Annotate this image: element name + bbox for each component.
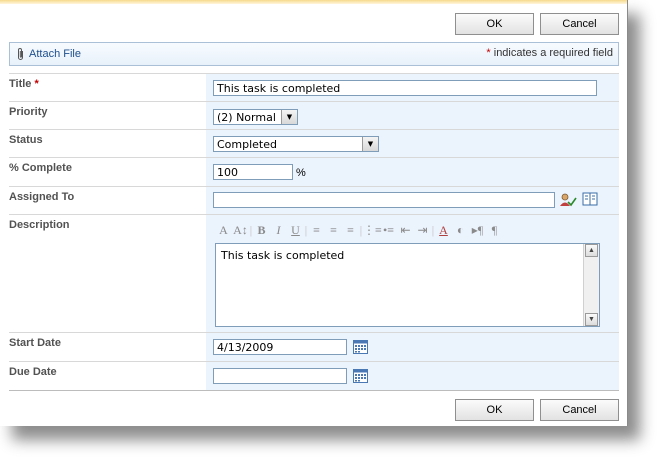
description-label: Description (9, 219, 70, 231)
form-toolbar: Attach File * indicates a required field (9, 42, 619, 66)
priority-row: Priority (2) Normal ▼ (9, 101, 619, 130)
align-left-icon[interactable]: ≡ (308, 223, 325, 238)
assigned-to-label: Assigned To (9, 191, 75, 203)
title-row: Title * (9, 73, 619, 102)
scroll-up-icon[interactable]: ▲ (585, 244, 598, 257)
start-date-field-cell (206, 333, 619, 362)
start-date-label: Start Date (9, 337, 61, 349)
top-accent (0, 0, 627, 4)
priority-label: Priority (9, 106, 48, 118)
due-date-label: Due Date (9, 366, 57, 378)
increase-indent-icon[interactable]: ⇥ (414, 223, 431, 238)
percent-complete-row: % Complete % (9, 157, 619, 187)
chevron-down-icon[interactable]: ▼ (281, 110, 297, 124)
chevron-down-icon[interactable]: ▼ (362, 137, 378, 151)
numbered-list-icon[interactable]: ⋮≡ (363, 223, 382, 238)
assigned-to-input[interactable] (213, 192, 555, 208)
decrease-indent-icon[interactable]: ⇤ (397, 223, 414, 238)
description-field-cell: A A↕ | B I U | ≡ ≡ ≡ | ⋮≡ •≡ ⇤ ⇥ | A ◐ ▸… (206, 215, 619, 333)
priority-field-cell: (2) Normal ▼ (206, 102, 619, 130)
font-size-icon[interactable]: A↕ (232, 223, 249, 238)
status-select[interactable]: Completed ▼ (213, 136, 379, 152)
required-note-text: indicates a required field (493, 47, 613, 59)
cancel-button-bottom[interactable]: Cancel (540, 399, 619, 421)
ok-button-top[interactable]: OK (455, 13, 534, 35)
percent-complete-field-cell: % (206, 158, 619, 187)
due-date-row: Due Date (9, 361, 619, 391)
required-star: * (486, 47, 491, 59)
required-field-note: * indicates a required field (486, 47, 613, 59)
percent-complete-input[interactable] (213, 164, 293, 180)
right-to-left-icon[interactable]: ¶ (486, 223, 503, 238)
calendar-icon[interactable] (353, 340, 368, 354)
assigned-to-row: Assigned To (9, 186, 619, 215)
align-center-icon[interactable]: ≡ (325, 223, 342, 238)
bulleted-list-icon[interactable]: •≡ (380, 223, 397, 238)
ok-button-bottom[interactable]: OK (455, 399, 534, 421)
title-label-text: Title (9, 78, 32, 90)
priority-selected-value: (2) Normal (217, 111, 276, 124)
form-bottom-divider (9, 390, 619, 391)
italic-icon[interactable]: I (270, 223, 287, 238)
status-selected-value: Completed (217, 138, 277, 151)
description-editor[interactable]: This task is completed ▲ ▼ (215, 243, 600, 327)
description-text: This task is completed (221, 249, 345, 262)
title-field-cell (206, 74, 619, 102)
attach-file-label: Attach File (29, 48, 81, 60)
scroll-down-icon[interactable]: ▼ (585, 313, 598, 326)
percent-suffix: % (296, 167, 306, 179)
cancel-button-top[interactable]: Cancel (540, 13, 619, 35)
status-label: Status (9, 134, 43, 146)
left-to-right-icon[interactable]: ▸¶ (469, 223, 486, 238)
start-date-input[interactable] (213, 339, 347, 355)
text-color-icon[interactable]: A (435, 223, 452, 238)
paperclip-icon (18, 48, 23, 60)
font-icon[interactable]: A (215, 223, 232, 238)
priority-select[interactable]: (2) Normal ▼ (213, 109, 298, 125)
underline-icon[interactable]: U (287, 223, 304, 238)
due-date-input[interactable] (213, 368, 347, 384)
status-row: Status Completed ▼ (9, 129, 619, 158)
title-required-marker: * (34, 78, 39, 90)
start-date-row: Start Date (9, 332, 619, 362)
description-scrollbar[interactable]: ▲ ▼ (583, 244, 599, 326)
edit-task-dialog: OK Cancel Attach File * indicates a requ… (0, 0, 628, 426)
title-label: Title * (9, 74, 206, 102)
calendar-icon[interactable] (353, 369, 368, 383)
address-book-icon[interactable] (582, 192, 598, 207)
align-right-icon[interactable]: ≡ (342, 223, 359, 238)
rich-text-toolbar: A A↕ | B I U | ≡ ≡ ≡ | ⋮≡ •≡ ⇤ ⇥ | A ◐ ▸… (215, 221, 599, 239)
title-input[interactable] (213, 80, 597, 96)
percent-complete-label: % Complete (9, 162, 72, 174)
due-date-field-cell (206, 362, 619, 391)
status-field-cell: Completed ▼ (206, 130, 619, 158)
bold-icon[interactable]: B (253, 223, 270, 238)
description-row: Description A A↕ | B I U | ≡ ≡ ≡ | ⋮≡ •≡… (9, 214, 619, 333)
attach-file-link[interactable]: Attach File (16, 47, 81, 61)
highlight-color-icon[interactable]: ◐ (452, 223, 469, 238)
check-names-icon[interactable] (559, 192, 577, 208)
assigned-to-field-cell (206, 187, 619, 215)
